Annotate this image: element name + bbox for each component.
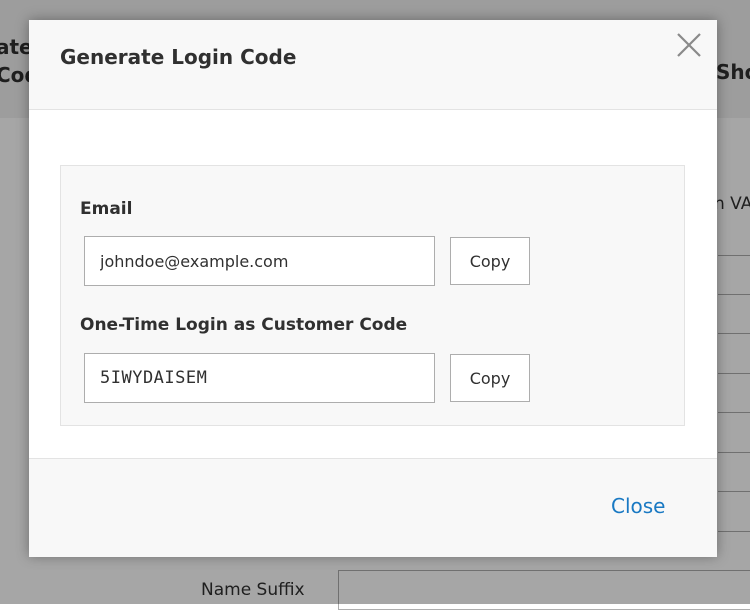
modal-footer: Close — [29, 458, 717, 557]
login-code-fieldset: Email Copy One-Time Login as Customer Co… — [60, 165, 685, 426]
copy-email-button[interactable]: Copy — [450, 237, 530, 285]
login-code-field[interactable] — [84, 353, 435, 403]
close-icon[interactable] — [676, 32, 702, 58]
close-button[interactable]: Close — [611, 494, 665, 518]
generate-login-code-modal: Generate Login Code Email Copy One-Time … — [29, 20, 717, 557]
modal-header: Generate Login Code — [29, 20, 717, 110]
modal-title: Generate Login Code — [60, 45, 297, 69]
email-label: Email — [80, 199, 133, 219]
modal-body: Email Copy One-Time Login as Customer Co… — [29, 110, 717, 458]
login-code-label: One-Time Login as Customer Code — [80, 315, 408, 335]
copy-login-code-button[interactable]: Copy — [450, 354, 530, 402]
email-field[interactable] — [84, 236, 435, 286]
